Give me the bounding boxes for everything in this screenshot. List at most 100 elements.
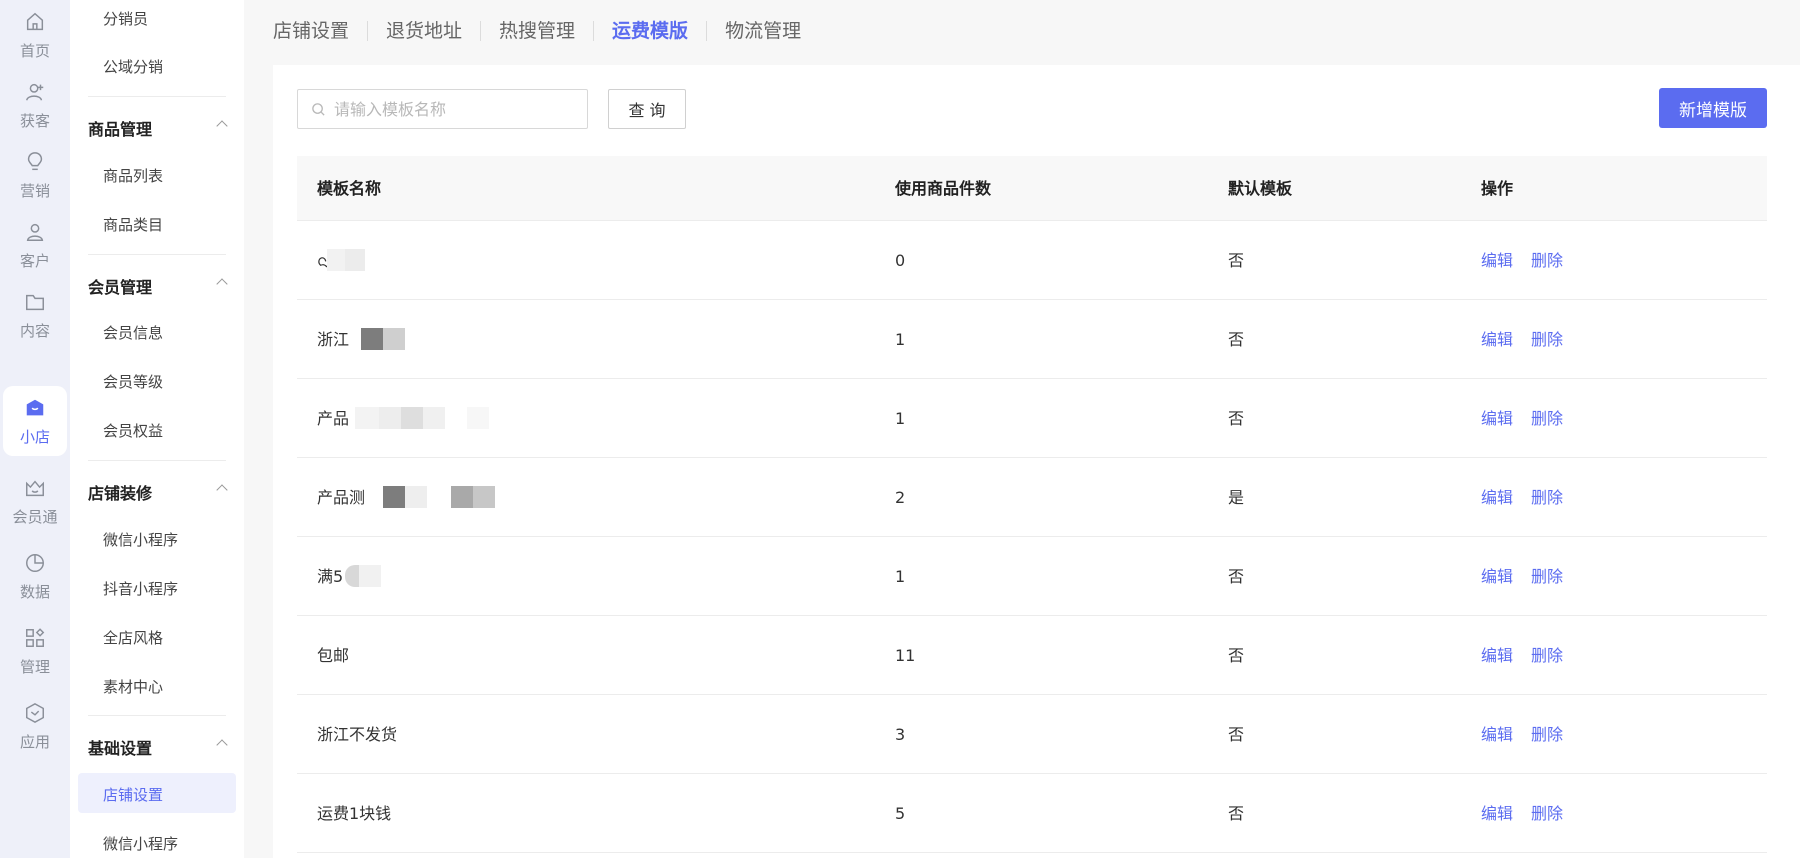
product-count: 1 — [895, 330, 906, 349]
search-icon — [310, 101, 326, 117]
redacted-text — [355, 407, 489, 429]
column-header: 操作 — [1481, 179, 1514, 198]
rail-item-content[interactable]: 内容 — [0, 280, 70, 350]
row-actions: 编辑 删除 — [1481, 537, 1563, 616]
delete-link[interactable]: 删除 — [1531, 221, 1563, 300]
column-header: 使用商品件数 — [895, 179, 992, 198]
tab-shipping-template[interactable]: 运费模版 — [594, 16, 706, 46]
submenu-item[interactable]: 会员信息 — [103, 322, 163, 343]
shop-icon — [23, 396, 47, 420]
template-name: 包邮 — [317, 646, 350, 665]
delete-link[interactable]: 删除 — [1531, 537, 1563, 616]
table-row: ᨶ 0 否 编辑 删除 — [297, 221, 1767, 300]
delete-link[interactable]: 删除 — [1531, 458, 1563, 537]
rail-label: 数据 — [19, 582, 50, 601]
submenu-item[interactable]: 素材中心 — [103, 676, 163, 697]
submenu-item[interactable]: 抖音小程序 — [103, 578, 178, 599]
product-count: 3 — [895, 725, 906, 744]
rail-item-acquire[interactable]: 获客 — [0, 70, 70, 140]
submenu-item[interactable]: 商品列表 — [103, 165, 163, 186]
rail-item-membership[interactable]: 会员通 — [0, 466, 70, 536]
query-button[interactable]: 查 询 — [608, 89, 686, 129]
table-row: 满5 1 否 编辑 删除 — [297, 537, 1767, 616]
product-count: 11 — [895, 646, 916, 665]
edit-link[interactable]: 编辑 — [1481, 774, 1513, 853]
table-row: 运费1块钱 5 否 编辑 删除 — [297, 774, 1767, 853]
template-name: 浙江不发货 — [317, 725, 398, 744]
user-plus-icon — [23, 80, 47, 104]
group-title: 商品管理 — [88, 120, 153, 139]
rail-item-manage[interactable]: 管理 — [0, 616, 70, 686]
default-flag: 否 — [1228, 409, 1245, 428]
rail-item-marketing[interactable]: 营销 — [0, 140, 70, 210]
rail-item-home[interactable]: 首页 — [0, 0, 70, 70]
delete-link[interactable]: 删除 — [1531, 695, 1563, 774]
product-count: 1 — [895, 567, 906, 586]
redacted-text — [327, 249, 365, 271]
search-box[interactable] — [297, 89, 588, 129]
delete-link[interactable]: 删除 — [1531, 300, 1563, 379]
divider — [88, 96, 226, 97]
rail-label: 营销 — [19, 181, 50, 200]
delete-link[interactable]: 删除 — [1531, 379, 1563, 458]
user-icon — [23, 220, 47, 244]
edit-link[interactable]: 编辑 — [1481, 616, 1513, 695]
row-actions: 编辑 删除 — [1481, 300, 1563, 379]
redacted-text — [361, 328, 405, 350]
submenu-group-decor[interactable]: 店铺装修 — [88, 480, 228, 504]
column-header: 模板名称 — [317, 179, 382, 198]
template-name: 产品 — [317, 409, 350, 428]
rail-item-data[interactable]: 数据 — [0, 541, 70, 611]
edit-link[interactable]: 编辑 — [1481, 537, 1513, 616]
rail-item-apps[interactable]: 应用 — [0, 691, 70, 761]
edit-link[interactable]: 编辑 — [1481, 458, 1513, 537]
submenu-item-active[interactable]: 店铺设置 — [103, 784, 163, 805]
submenu-item[interactable]: 微信小程序 — [103, 529, 178, 550]
rail-label: 会员通 — [12, 507, 58, 526]
submenu-group-goods[interactable]: 商品管理 — [88, 116, 228, 140]
chevron-up-icon — [216, 120, 228, 132]
edit-link[interactable]: 编辑 — [1481, 300, 1513, 379]
submenu-group-members[interactable]: 会员管理 — [88, 274, 228, 298]
row-actions: 编辑 删除 — [1481, 695, 1563, 774]
tab-logistics[interactable]: 物流管理 — [707, 16, 819, 46]
default-flag: 否 — [1228, 330, 1245, 349]
redacted-text — [345, 565, 381, 587]
folder-icon — [23, 290, 47, 314]
search-input[interactable] — [334, 99, 574, 119]
default-flag: 否 — [1228, 725, 1245, 744]
submenu-item[interactable]: 全店风格 — [103, 627, 163, 648]
content-card: 查 询 新增模版 模板名称 使用商品件数 默认模板 操作 ᨶ 0 否 编辑 删除… — [273, 65, 1800, 858]
submenu-item[interactable]: 公域分销 — [103, 56, 163, 77]
submenu-item[interactable]: 商品类目 — [103, 214, 163, 235]
rail-item-customer[interactable]: 客户 — [0, 210, 70, 280]
delete-link[interactable]: 删除 — [1531, 616, 1563, 695]
product-count: 0 — [895, 251, 906, 270]
product-count: 5 — [895, 804, 906, 823]
rail-item-shop[interactable]: 小店 — [3, 386, 67, 456]
group-title: 店铺装修 — [88, 484, 153, 503]
submenu-item[interactable]: 会员等级 — [103, 371, 163, 392]
table-row: 包邮 11 否 编辑 删除 — [297, 616, 1767, 695]
submenu-item[interactable]: 分销员 — [103, 8, 148, 29]
edit-link[interactable]: 编辑 — [1481, 695, 1513, 774]
add-template-button[interactable]: 新增模版 — [1659, 88, 1767, 128]
grid-icon — [23, 626, 47, 650]
tab-hot-search[interactable]: 热搜管理 — [481, 16, 593, 46]
edit-link[interactable]: 编辑 — [1481, 379, 1513, 458]
submenu-item[interactable]: 微信小程序 — [103, 833, 178, 854]
rail-label: 获客 — [19, 111, 50, 130]
tab-return-address[interactable]: 退货地址 — [368, 16, 480, 46]
default-flag: 否 — [1228, 646, 1245, 665]
crown-icon — [23, 476, 47, 500]
column-header: 默认模板 — [1228, 179, 1293, 198]
tab-store-settings[interactable]: 店铺设置 — [273, 16, 367, 46]
group-title: 会员管理 — [88, 278, 153, 297]
edit-link[interactable]: 编辑 — [1481, 221, 1513, 300]
submenu-item[interactable]: 会员权益 — [103, 420, 163, 441]
submenu-group-basic[interactable]: 基础设置 — [88, 735, 228, 759]
divider — [88, 715, 226, 716]
sub-menu: 分销员 公域分销 商品管理 商品列表 商品类目 会员管理 会员信息 会员等级 会… — [70, 0, 244, 858]
divider — [88, 254, 226, 255]
delete-link[interactable]: 删除 — [1531, 774, 1563, 853]
